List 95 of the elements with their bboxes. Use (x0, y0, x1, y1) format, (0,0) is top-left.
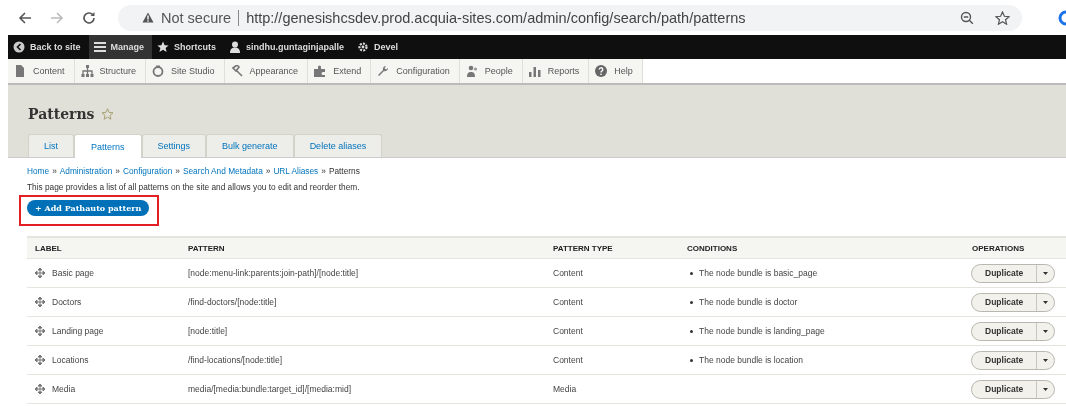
drag-handle-icon (35, 355, 45, 365)
toolbar-item[interactable]: Back to site (8, 35, 89, 59)
puzzle-icon (314, 65, 328, 77)
drag-handle-icon (35, 384, 45, 394)
tray-item[interactable]: Structure (74, 59, 147, 83)
bullet-icon (690, 329, 693, 333)
wrench-icon (377, 65, 391, 77)
help-icon (595, 65, 609, 77)
profile-icon (1056, 9, 1066, 26)
table-cell-text: Media (552, 384, 578, 394)
condition-text: The node bundle is basic_page (699, 268, 818, 278)
condition-text: The node bundle is doctor (699, 297, 798, 307)
security-label: Not secure (161, 9, 232, 26)
table-cell-text: Content (552, 355, 584, 365)
bar-chart-icon (528, 65, 542, 77)
toolbar-item[interactable]: Manage (88, 35, 153, 59)
breadcrumb-separator: » (265, 166, 271, 176)
row-label: Basic page (52, 268, 95, 278)
row-label: Doctors (52, 297, 82, 307)
star-icon (995, 10, 1010, 25)
drag-handle-icon (35, 326, 45, 336)
user-icon (229, 41, 242, 53)
table-cell-text: Content (552, 268, 584, 278)
table-cell-text: Content (552, 326, 584, 336)
zoom-out-icon (960, 10, 974, 25)
tray-item[interactable]: Help (589, 59, 643, 83)
toolbar-item[interactable]: sindhu.guntaginjapalle (224, 35, 353, 59)
breadcrumb-separator: » (52, 166, 57, 176)
add-pattern-button[interactable]: + Add Pathauto pattern (27, 200, 150, 216)
description-text: This page provides a list of all patterns on the site and allows you to edit and reorder them. (27, 182, 361, 192)
condition-text: The node bundle is landing_page (699, 326, 825, 336)
column-header: PATTERN TYPE (552, 243, 614, 253)
breadcrumb-separator: » (175, 166, 180, 176)
bullet-icon (690, 271, 693, 275)
breadcrumb-separator: » (115, 166, 120, 176)
breadcrumb-separator: » (321, 166, 326, 176)
row-label: Media (52, 384, 76, 394)
row-label: Locations (52, 355, 89, 365)
drag-handle-icon (35, 297, 45, 307)
sitemap-icon (80, 65, 94, 77)
gear-icon (357, 41, 370, 53)
table-cell-text: /find-locations/[node:title] (187, 355, 284, 365)
tray-item[interactable]: Site Studio (146, 59, 225, 83)
bullet-icon (690, 358, 693, 362)
drag-handle-icon (35, 268, 45, 278)
table-cell-text: /find-doctors/[node:title] (187, 297, 278, 307)
toolbar-item[interactable]: Devel (352, 35, 407, 59)
caret-icon (1043, 271, 1049, 275)
tray-item[interactable]: Configuration (371, 59, 460, 83)
column-header: CONDITIONS (686, 243, 739, 253)
tray-item[interactable]: Appearance (224, 59, 309, 83)
tab[interactable]: Settings (141, 134, 207, 157)
toolbar-item[interactable]: Shortcuts (152, 35, 225, 59)
reload-icon (82, 10, 96, 25)
breadcrumb-current: Patterns (328, 166, 360, 176)
condition-text: The node bundle is location (699, 355, 803, 365)
document-icon (14, 65, 27, 77)
crumb-link[interactable]: Administration (59, 166, 113, 176)
column-header: OPERATIONS (971, 243, 1026, 253)
tab[interactable]: List (28, 134, 74, 157)
star-icon (157, 41, 170, 53)
crumb-link[interactable]: Configuration (122, 166, 173, 176)
menu-icon (93, 41, 106, 53)
tray-item[interactable]: People (459, 59, 523, 83)
caret-icon (1043, 329, 1049, 333)
tray-item[interactable]: Extend (308, 59, 372, 83)
caret-icon (1043, 300, 1049, 304)
tab[interactable]: Delete aliases (293, 134, 383, 157)
crumb-link[interactable]: URL Aliases (273, 166, 319, 176)
tray-item[interactable]: Reports (522, 59, 590, 83)
crumb-link[interactable]: Home (27, 166, 50, 176)
bullet-icon (690, 300, 693, 304)
brush-icon (230, 65, 244, 77)
warning-icon (142, 12, 154, 23)
circle-icon (152, 65, 166, 77)
table-cell-text: [node:menu-link:parents:join-path]/[node:title] (187, 268, 360, 278)
column-header: PATTERN (187, 243, 226, 253)
tray-item[interactable]: Content (8, 59, 75, 83)
star-icon (100, 108, 114, 120)
page-title: Patterns (28, 106, 95, 122)
table-cell-text: Content (552, 297, 584, 307)
row-label: Landing page (52, 326, 104, 336)
address-bar[interactable]: Not secure http://genesishcsdev.prod.acquia-sites.com/admin/config/search/path/patterns (118, 4, 1022, 31)
crumb-link[interactable]: Search And Metadata (182, 166, 263, 176)
back-icon (18, 11, 32, 24)
table-cell-text: media/[media:bundle:target_id]/[media:mid] (187, 384, 352, 394)
back-icon (13, 41, 25, 53)
tab[interactable]: Bulk generate (206, 134, 294, 157)
tab[interactable]: Patterns (74, 134, 142, 158)
caret-icon (1043, 387, 1049, 391)
caret-icon (1043, 358, 1049, 362)
column-header: LABEL (34, 243, 63, 253)
table-cell-text: [node:title] (187, 326, 229, 336)
people-icon (465, 65, 479, 77)
url-text: http://genesishcsdev.prod.acquia-sites.com/admin/config/search/path/patterns (246, 9, 746, 26)
